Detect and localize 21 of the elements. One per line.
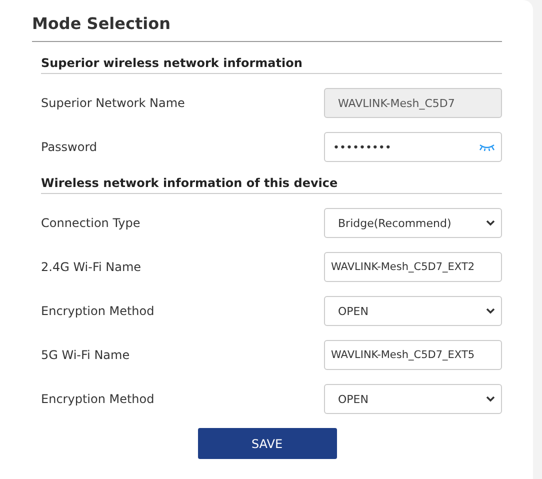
input-field[interactable]: WAVLINK-Mesh_C5D7_EXT2: [324, 252, 502, 282]
section-heading: Wireless network information of this device: [41, 176, 502, 194]
dropdown[interactable]: OPEN: [324, 296, 502, 326]
save-button[interactable]: SAVE: [198, 428, 336, 459]
field-label: Encryption Method: [41, 392, 154, 406]
password-field[interactable]: •••••••••: [324, 132, 502, 162]
dropdown[interactable]: Bridge(Recommend): [324, 208, 502, 238]
dropdown[interactable]: OPEN: [324, 384, 502, 414]
chevron-down-icon: [486, 220, 495, 226]
field-label: Superior Network Name: [41, 96, 185, 110]
chevron-down-icon: [486, 396, 495, 402]
page-title: Mode Selection: [32, 14, 502, 42]
chevron-down-icon: [486, 308, 495, 314]
field-label: 5G Wi-Fi Name: [41, 348, 130, 362]
eye-closed-icon[interactable]: [479, 143, 495, 151]
input-field[interactable]: WAVLINK-Mesh_C5D7_EXT5: [324, 340, 502, 370]
field-label: Password: [41, 140, 98, 154]
field-label: Connection Type: [41, 216, 140, 230]
field-label: 2.4G Wi-Fi Name: [41, 260, 142, 274]
section-heading: Superior wireless network information: [41, 56, 502, 74]
field-label: Encryption Method: [41, 304, 154, 318]
